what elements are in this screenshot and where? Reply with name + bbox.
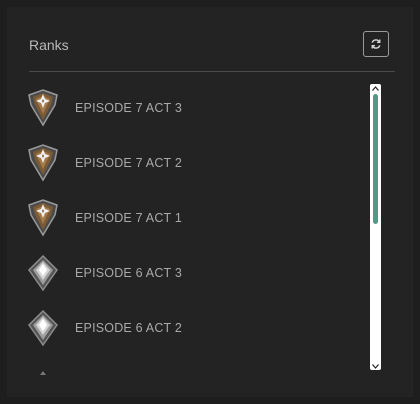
rank-label: EPISODE 6 ACT 3 <box>75 265 182 280</box>
list-item[interactable]: EPISODE 6 ACT 2 <box>22 300 362 355</box>
rank-list[interactable]: EPISODE 7 ACT 3 EPISODE 7 ACT 2 EPISODE … <box>22 80 362 372</box>
rank-label: EPISODE 6 ACT 2 <box>75 320 182 335</box>
list-item[interactable]: EPISODE 7 ACT 1 <box>22 190 362 245</box>
list-item[interactable]: EPISODE 7 ACT 2 <box>22 135 362 190</box>
scroll-down-icon[interactable] <box>370 362 381 370</box>
bronze-rank-icon <box>28 88 58 126</box>
rank-label: EPISODE 7 ACT 3 <box>75 100 182 115</box>
more-indicator-icon <box>40 362 46 375</box>
silver-rank-icon <box>28 309 58 346</box>
rank-label: EPISODE 7 ACT 1 <box>75 210 182 225</box>
refresh-button[interactable] <box>363 31 389 57</box>
list-item[interactable]: EPISODE 7 ACT 3 <box>22 80 362 135</box>
scrollbar[interactable] <box>370 84 381 370</box>
panel-header: Ranks <box>29 31 389 71</box>
silver-rank-icon <box>28 254 58 291</box>
refresh-icon <box>371 39 381 49</box>
bronze-rank-icon <box>28 143 58 181</box>
scroll-thumb[interactable] <box>373 94 378 224</box>
header-divider <box>29 71 395 72</box>
list-item[interactable]: EPISODE 6 ACT 3 <box>22 245 362 300</box>
rank-label: EPISODE 7 ACT 2 <box>75 155 182 170</box>
scroll-up-icon[interactable] <box>370 84 381 92</box>
bronze-rank-icon <box>28 198 58 236</box>
panel-title: Ranks <box>29 37 69 53</box>
